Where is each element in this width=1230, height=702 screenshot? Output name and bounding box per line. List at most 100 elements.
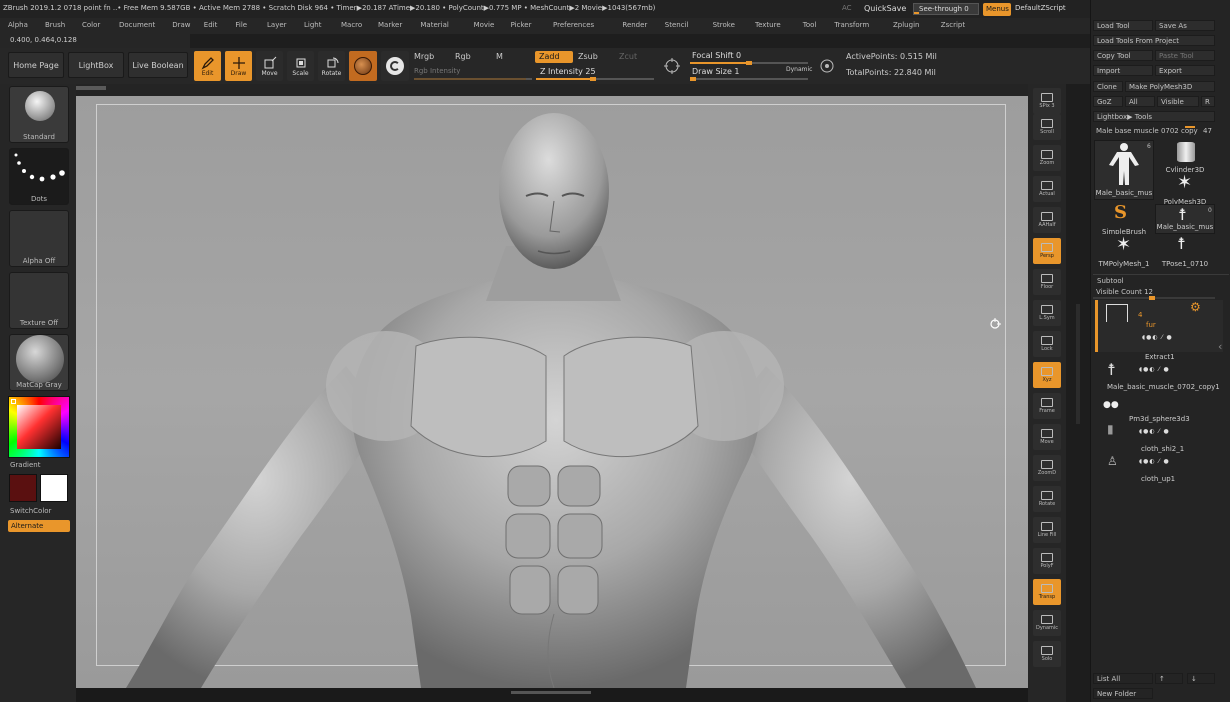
menu-marker[interactable]: Marker [378,22,402,29]
alpha-selector[interactable]: Alpha Off [9,210,69,267]
menu-brush[interactable]: Brush [45,22,65,29]
menu-draw[interactable]: Draw [172,22,190,29]
focal-shift-slider[interactable] [690,61,808,65]
rgb-intensity-slider[interactable] [414,78,532,80]
tool-thumb-tpose[interactable]: ☨ TPose1_0710 [1155,234,1215,268]
menu-transform[interactable]: Transform [834,22,869,29]
m-button[interactable]: M [496,53,503,61]
shelf-btn-dynamic[interactable]: Dynamic [1033,610,1061,636]
goz-r-button[interactable]: R [1201,96,1215,107]
rotate-button[interactable]: Rotate [318,51,345,81]
menu-stroke[interactable]: Stroke [713,22,735,29]
new-folder-button[interactable]: New Folder [1093,688,1153,699]
shelf-btn-xyz[interactable]: Xyz [1033,362,1061,388]
document-canvas[interactable] [76,96,1028,688]
color-picker-square[interactable] [17,405,61,449]
shelf-btn-persp[interactable]: Persp [1033,238,1061,264]
load-tool-button[interactable]: Load Tool [1093,20,1153,31]
zcut-button[interactable]: Zcut [619,53,637,61]
shelf-btn-zoom[interactable]: Zoom [1033,145,1061,171]
menu-texture[interactable]: Texture [755,22,781,29]
goz-all-button[interactable]: All [1125,96,1155,107]
default-zscript-button[interactable]: DefaultZScript [1015,5,1066,12]
subtool-item-cloth[interactable]: cloth_shi2_1 ♙ ◖●◐ ⁄ ● cloth_up1 [1095,442,1223,486]
shelf-btn-transp[interactable]: Transp [1033,579,1061,605]
zadd-button[interactable]: Zadd [535,51,573,63]
scale-button[interactable]: Scale [287,51,314,81]
shelf-btn-polyf[interactable]: PolyF [1033,548,1061,574]
shelf-btn-lock[interactable]: Lock [1033,331,1061,357]
move-button[interactable]: Move [256,51,283,81]
menu-document[interactable]: Document [119,22,155,29]
texture-selector[interactable]: Texture Off [9,272,69,329]
shelf-btn-line-fill[interactable]: Line Fill [1033,517,1061,543]
live-boolean-button[interactable]: Live Boolean [128,52,188,78]
tool-thumb-tmpolymesh[interactable]: ✶ TMPolyMesh_1 [1094,234,1154,268]
load-tools-from-project-button[interactable]: Load Tools From Project [1093,35,1215,46]
import-button[interactable]: Import [1093,65,1153,76]
menu-zscript[interactable]: Zscript [941,22,965,29]
list-all-button[interactable]: List All [1093,673,1153,684]
subtool-controls-icon-2[interactable]: ◖●◐ ⁄ ● [1139,366,1170,373]
menu-tool[interactable]: Tool [803,22,817,29]
menu-movie[interactable]: Movie [474,22,495,29]
shelf-btn-scroll[interactable]: Scroll [1033,114,1061,140]
menu-macro[interactable]: Macro [341,22,362,29]
color-picker[interactable] [8,396,70,458]
lightbox-tools-button[interactable]: Lightbox▶ Tools [1093,111,1215,122]
subtool-header[interactable]: Subtool [1097,277,1124,285]
quicksave-button[interactable]: QuickSave [864,5,906,13]
shelf-btn-solo[interactable]: Solo [1033,641,1061,667]
shelf-btn-actual[interactable]: Actual [1033,176,1061,202]
draw-size-slider[interactable] [690,77,808,81]
shelf-btn-rotate[interactable]: Rotate [1033,486,1061,512]
subtool-item-fur[interactable]: 4 fur ⚙ ◖●◐ ⁄ ● [1095,300,1223,352]
subtool-controls-icon[interactable]: ◖●◐ ⁄ ● [1142,334,1173,341]
see-through-slider[interactable]: See-through 0 [913,3,979,15]
tool-thumb-male-basic-2[interactable]: ☨ 0 Male_basic_mus [1155,204,1215,234]
menu-alpha[interactable]: Alpha [8,22,28,29]
dynamic-toggle[interactable]: Dynamic [786,67,812,73]
shelf-btn-frame[interactable]: Frame [1033,393,1061,419]
tool-thumb-cylinder3d[interactable]: Cylinder3D [1155,140,1215,174]
main-color-swatch[interactable] [9,474,37,502]
subtool-controls-icon-4[interactable]: ◖●◐ ⁄ ● [1139,458,1170,465]
home-page-button[interactable]: Home Page [8,52,64,78]
tray-scrollbar[interactable] [1076,304,1080,424]
gradient-label[interactable]: Gradient [10,462,40,469]
lightbox-button[interactable]: LightBox [68,52,124,78]
mrgb-button[interactable]: Mrgb [414,53,434,61]
draw-button[interactable]: Draw [225,51,252,81]
menu-layer[interactable]: Layer [267,22,287,29]
copy-tool-button[interactable]: Copy Tool [1093,50,1153,61]
stroke-selector[interactable]: Dots [9,148,69,205]
menu-material[interactable]: Material [420,22,448,29]
focal-shift-icon[interactable] [662,56,682,76]
target-icon[interactable] [817,56,837,76]
subtool-controls-icon-3[interactable]: ◖●◐ ⁄ ● [1139,428,1170,435]
menu-color[interactable]: Color [82,22,100,29]
tool-thumb-simplebrush[interactable]: S SimpleBrush [1094,202,1154,236]
shelf-btn-spix-3[interactable]: SPix 3 [1033,88,1061,114]
visible-count-slider[interactable]: Visible Count 12 [1093,287,1215,300]
menu-stencil[interactable]: Stencil [665,22,689,29]
secondary-color-swatch[interactable] [40,474,68,502]
current-tool-slider[interactable]: Male base muscle 0702 copy 47 [1093,126,1215,137]
material-swatch-button[interactable] [349,51,377,81]
rgb-button[interactable]: Rgb [455,53,471,61]
goz-visible-button[interactable]: Visible [1157,96,1199,107]
switch-color-button[interactable]: SwitchColor [10,508,51,515]
bottom-shelf-handle[interactable] [511,691,591,694]
move-down-button[interactable]: ↓ [1187,673,1215,684]
material-selector[interactable]: MatCap Gray [9,334,69,391]
menu-preferences[interactable]: Preferences [553,22,594,29]
menu-render[interactable]: Render [622,22,647,29]
shelf-btn-l-sym[interactable]: L.Sym [1033,300,1061,326]
shelf-btn-move[interactable]: Move [1033,424,1061,450]
gear-icon[interactable]: ⚙ [1190,300,1201,314]
tool-thumb-male-basic[interactable]: 6 Male_basic_mus [1094,140,1154,200]
clone-button[interactable]: Clone [1093,81,1123,92]
tool-thumb-polymesh3d[interactable]: ✶ PolyMesh3D [1155,172,1215,206]
subtool-item-extract1[interactable]: Extract1 ☨ ◖●◐ ⁄ ● Male_basic_muscle_070… [1095,352,1223,396]
z-intensity-slider[interactable] [536,77,654,81]
